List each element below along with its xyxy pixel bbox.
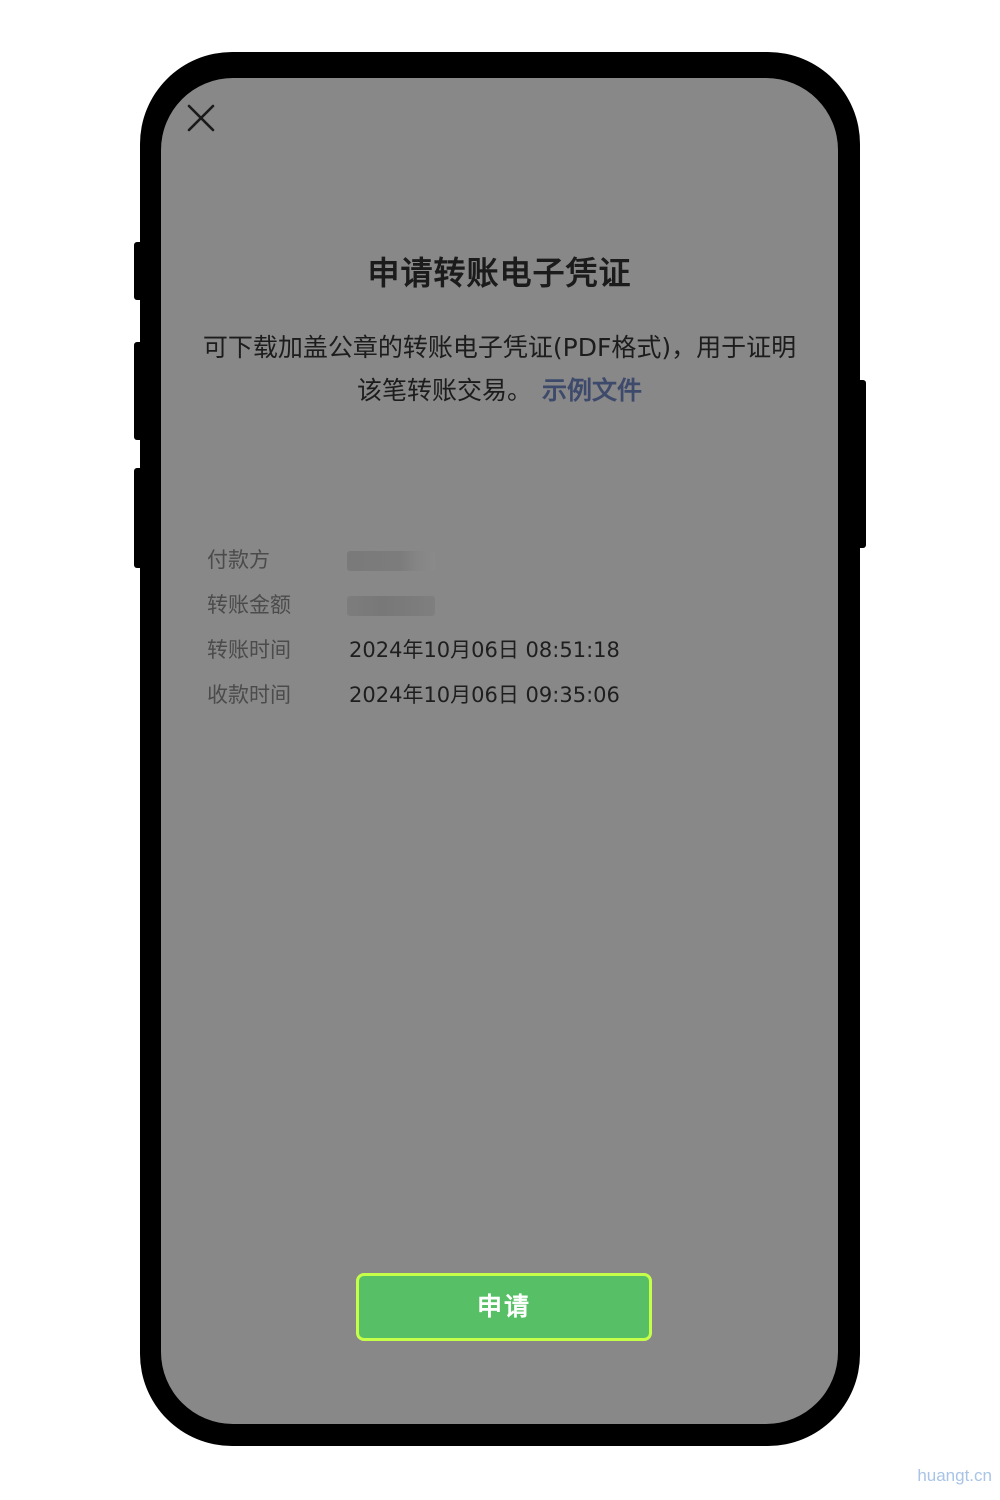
payer-value-redacted (347, 551, 435, 571)
description-text: 可下载加盖公章的转账电子凭证(PDF格式)，用于证明该笔转账交易。 (202, 333, 797, 405)
dialog-description: 可下载加盖公章的转账电子凭证(PDF格式)，用于证明该笔转账交易。 示例文件 (201, 326, 798, 412)
transfer-info-list: 付款方 转账金额 转账时间 2024年10月06日 08:51:18 收款时间 … (207, 538, 807, 718)
transfer-time-label: 转账时间 (207, 638, 291, 662)
phone-frame: 申请转账电子凭证 可下载加盖公章的转账电子凭证(PDF格式)，用于证明该笔转账交… (140, 52, 860, 1446)
apply-button[interactable]: 申请 (356, 1273, 652, 1341)
close-icon (187, 104, 215, 132)
receive-time-value: 2024年10月06日 09:35:06 (349, 683, 620, 707)
info-row-transfer-time: 转账时间 2024年10月06日 08:51:18 (207, 628, 807, 673)
transfer-time-value: 2024年10月06日 08:51:18 (349, 638, 620, 662)
amount-value-redacted (347, 596, 435, 616)
payer-label: 付款方 (207, 548, 270, 572)
receive-time-label: 收款时间 (207, 683, 291, 707)
info-row-payer: 付款方 (207, 538, 807, 583)
site-watermark: huangt.cn (917, 1466, 992, 1485)
info-row-receive-time: 收款时间 2024年10月06日 09:35:06 (207, 673, 807, 718)
example-file-link[interactable]: 示例文件 (542, 376, 642, 405)
screenshot-stage: 申请转账电子凭证 可下载加盖公章的转账电子凭证(PDF格式)，用于证明该笔转账交… (0, 0, 1000, 1500)
phone-screen: 申请转账电子凭证 可下载加盖公章的转账电子凭证(PDF格式)，用于证明该笔转账交… (161, 78, 838, 1424)
info-row-amount: 转账金额 (207, 583, 807, 628)
dialog-title: 申请转账电子凭证 (367, 254, 632, 292)
amount-label: 转账金额 (207, 593, 291, 617)
close-button[interactable] (185, 102, 217, 134)
